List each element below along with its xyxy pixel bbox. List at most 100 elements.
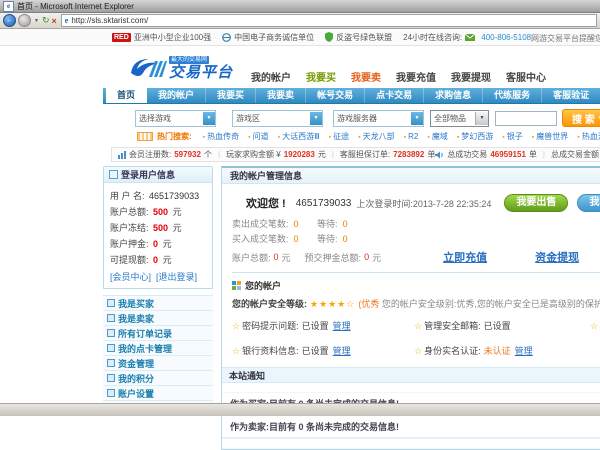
stat-order-unit: 单	[427, 149, 435, 160]
refresh-button[interactable]: ↻	[42, 15, 50, 26]
game-select[interactable]: 选择游戏 ▼	[135, 110, 216, 127]
hot-item[interactable]: ▪征途	[329, 131, 349, 142]
stat-done-label: 总成功交易	[447, 149, 487, 160]
field-unit: 元	[173, 223, 182, 233]
security-items-grid: ☆密码提示问题:已设置管理 ☆管理安全邮箱:已设置 ☆支付密码:已设置管理 ☆银…	[232, 319, 600, 357]
sidebar-item-points[interactable]: 我的积分	[103, 371, 213, 386]
logout-link[interactable]: [退出登录]	[156, 270, 197, 283]
hot-item[interactable]: ▪热血江湖	[577, 131, 600, 142]
field-unit: 元	[173, 207, 182, 217]
history-dropdown-icon[interactable]: ▼	[34, 18, 39, 24]
nav-service-verify[interactable]: 客服验证	[542, 88, 600, 103]
deposit-value: 0	[364, 252, 369, 262]
manage-link[interactable]: 管理	[333, 321, 351, 331]
nav-buy[interactable]: 我要买	[206, 88, 256, 103]
sidebar-item-seller[interactable]: 我是卖家	[103, 311, 213, 326]
withdrawable-field: 可提现额: 0 元	[110, 252, 209, 268]
nav-wanted-info[interactable]: 求购信息	[424, 88, 483, 103]
panel-body: 欢迎您 ! 4651739033 上次登录时间:2013-7-28 22:35:…	[222, 184, 600, 357]
security-grade: (优秀	[358, 299, 379, 309]
manage-link[interactable]: 管理	[333, 346, 351, 356]
sidebar-item-settings[interactable]: 账户设置	[103, 386, 213, 401]
hot-item[interactable]: ▪问道	[248, 131, 268, 142]
login-info-panel: 登录用户信息 用 户 名: 4651739033 账户总额: 500 元 账户冻…	[103, 166, 213, 289]
sidebar-item-cards[interactable]: 我的点卡管理	[103, 341, 213, 356]
menu-square-icon	[107, 359, 115, 367]
browser-toolbar: ← → ▼ ↻ × e http://sls.sktarist.com/	[0, 13, 600, 29]
sidebar-item-buyer[interactable]: 我是买家	[103, 296, 213, 311]
site-header: 最大的交易网 交易平台 我的帐户 我要买 我要卖 我要充值 我要提现 客服中心	[103, 46, 600, 88]
search-input[interactable]	[495, 111, 557, 126]
badge-anti-theft: 反盗号绿色联盟	[325, 32, 392, 43]
sold-count-row: 卖出成交笔数:0 等待:0	[232, 217, 600, 232]
nav-home[interactable]: 首页	[106, 88, 147, 103]
hot-item[interactable]: ▪魔兽世界	[532, 131, 568, 142]
seller-notice-text: 作为卖家:目前有 0 条尚未完成的交易信息!	[230, 420, 399, 433]
chevron-down-icon: ▼	[475, 112, 488, 125]
item-type-select-value: 全部物品	[434, 113, 466, 124]
stat-separator: |	[543, 150, 545, 159]
link-i-want-buy[interactable]: 我要买	[306, 69, 336, 84]
manage-link[interactable]: 管理	[515, 346, 533, 356]
logo-swoosh-icon	[129, 55, 167, 81]
zone-select[interactable]: 游戏区 ▼	[232, 110, 323, 127]
star-icon: ☆	[232, 321, 240, 331]
bought-label: 买入成交笔数:	[232, 234, 289, 244]
link-recharge[interactable]: 我要充值	[396, 69, 436, 84]
badge-anti-theft-label: 反盗号绿色联盟	[336, 32, 392, 43]
badge-ecommerce-label: 中国电子商务诚信单位	[234, 32, 314, 43]
bullet-icon: ▪	[203, 134, 205, 141]
hot-item[interactable]: ▪银子	[502, 131, 522, 142]
hot-item[interactable]: ▪天龙八部	[358, 131, 394, 142]
bullet-icon: ▪	[457, 134, 459, 141]
search-button[interactable]: 搜 索	[562, 109, 600, 127]
nav-card-trade[interactable]: 点卡交易	[365, 88, 424, 103]
stat-done-unit: 单	[529, 149, 537, 160]
search-button-label: 搜 索	[572, 111, 595, 126]
link-my-account[interactable]: 我的帐户	[251, 69, 291, 84]
link-service-center[interactable]: 客服中心	[506, 69, 546, 84]
stat-order-label: 客服担保订单:	[340, 149, 390, 160]
field-value: 500	[153, 223, 168, 233]
nav-account-trade[interactable]: 帐号交易	[306, 88, 365, 103]
security-note: 您的帐户安全级别:优秀,您的帐户安全已是高级别的保护状态。)	[382, 299, 600, 309]
hot-item[interactable]: ▪梦幻西游	[457, 131, 493, 142]
item-type-select[interactable]: 全部物品 ▼	[430, 110, 489, 127]
server-select[interactable]: 游戏服务器 ▼	[333, 110, 424, 127]
forward-button[interactable]: →	[18, 14, 31, 27]
withdraw-link[interactable]: 资金提现	[535, 249, 579, 265]
sell-button[interactable]: 我要出售	[504, 194, 568, 212]
field-label: 可提现额:	[110, 255, 149, 265]
menu-square-icon	[107, 329, 115, 337]
chevron-down-icon: ▼	[203, 112, 215, 125]
hot-item[interactable]: ▪大话西游Ⅲ	[278, 131, 320, 142]
address-bar[interactable]: e http://sls.sktarist.com/	[61, 14, 597, 27]
hot-item[interactable]: ▪魔域	[427, 131, 447, 142]
sidebar-item-orders[interactable]: 所有订单记录	[103, 326, 213, 341]
member-center-link[interactable]: [会员中心]	[110, 270, 151, 283]
sidebar-item-funds[interactable]: 资金管理	[103, 356, 213, 371]
hot-item[interactable]: ▪R2	[404, 132, 419, 141]
sidebar-menu: 我是买家 我是卖家 所有订单记录 我的点卡管理 资金管理 我的积分 账户设置 短…	[103, 295, 213, 416]
stats-right: 总成功交易46959151单 | 总成交易金额 ¥32963598元	[435, 149, 600, 160]
notice-spacer	[222, 439, 600, 449]
hotline-number[interactable]: 400-806-5108	[481, 33, 531, 42]
hot-item[interactable]: ▪热血传奇	[203, 131, 239, 142]
field-unit: 元	[163, 239, 172, 249]
stop-button[interactable]: ×	[52, 16, 57, 26]
certification-banner: RED 亚洲中小型企业100强 中国电子商务诚信单位 反盗号绿色联盟 24小时在…	[0, 29, 600, 46]
link-withdraw[interactable]: 我要提现	[451, 69, 491, 84]
chevron-down-icon: ▼	[310, 112, 322, 125]
recharge-link[interactable]: 立即充值	[443, 249, 487, 265]
nav-my-account[interactable]: 我的帐户	[147, 88, 206, 103]
nav-sell[interactable]: 我要卖	[256, 88, 306, 103]
stats-left: 会员注册数:597932个 | 玩家求购金额 ¥1920283元 | 客服担保订…	[118, 149, 435, 160]
address-url[interactable]: http://sls.sktarist.com/	[71, 16, 148, 25]
hotline-label: 24小时在线咨询:	[403, 32, 462, 43]
nav-powerleveling[interactable]: 代练服务	[483, 88, 542, 103]
site-logo[interactable]: 最大的交易网 交易平台	[129, 49, 233, 81]
link-i-want-sell[interactable]: 我要卖	[351, 69, 381, 84]
back-button[interactable]: ←	[3, 14, 16, 27]
stat-reg-value: 597932	[174, 150, 201, 159]
buy-button[interactable]: 我要购买	[577, 194, 600, 212]
